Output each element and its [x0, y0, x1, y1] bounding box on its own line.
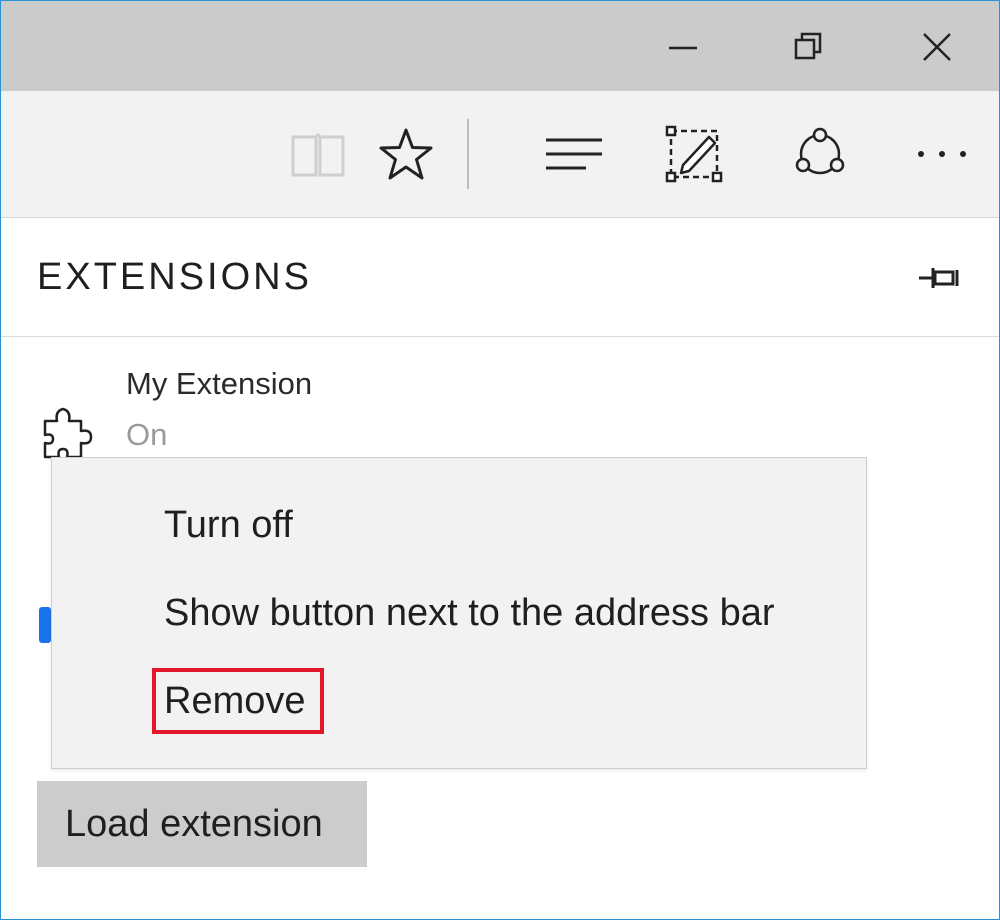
close-icon	[923, 33, 951, 61]
share-icon	[795, 127, 845, 175]
browser-toolbar	[1, 91, 999, 218]
menu-item-turn-off[interactable]: Turn off	[164, 504, 293, 547]
extension-item[interactable]: My Extension On	[1, 361, 999, 461]
panel-title: EXTENSIONS	[37, 256, 312, 298]
extension-context-menu: Turn off Show button next to the address…	[51, 457, 867, 769]
menu-item-show-button[interactable]: Show button next to the address bar	[164, 592, 775, 635]
minimize-icon	[669, 46, 697, 50]
toolbar-separator	[467, 119, 469, 189]
web-note-button[interactable]	[659, 121, 729, 187]
more-button[interactable]	[907, 121, 977, 187]
hub-button[interactable]	[539, 121, 609, 187]
share-button[interactable]	[785, 121, 855, 187]
pin-icon	[919, 268, 959, 288]
hub-icon	[546, 138, 602, 170]
more-icon	[918, 151, 966, 157]
favorite-button[interactable]	[371, 121, 441, 187]
reading-view-icon	[291, 133, 345, 177]
restore-button[interactable]	[779, 19, 839, 75]
browser-window: EXTENSIONS My Extension On Turn off Show…	[0, 0, 1000, 920]
load-extension-button[interactable]: Load extension	[37, 781, 367, 867]
pin-button[interactable]	[915, 258, 965, 298]
extensions-panel-header: EXTENSIONS	[1, 218, 999, 337]
reading-view-button[interactable]	[283, 121, 353, 187]
extension-status: On	[126, 417, 168, 452]
puzzle-piece-icon	[43, 407, 93, 459]
web-note-icon	[665, 125, 723, 183]
minimize-button[interactable]	[653, 19, 713, 75]
extension-name: My Extension	[126, 366, 313, 401]
remove-highlight-box	[152, 668, 324, 734]
title-bar	[1, 1, 999, 91]
restore-icon	[794, 32, 822, 60]
close-button[interactable]	[907, 19, 967, 75]
favorite-star-icon	[379, 128, 433, 180]
toggle-edge	[39, 607, 51, 643]
